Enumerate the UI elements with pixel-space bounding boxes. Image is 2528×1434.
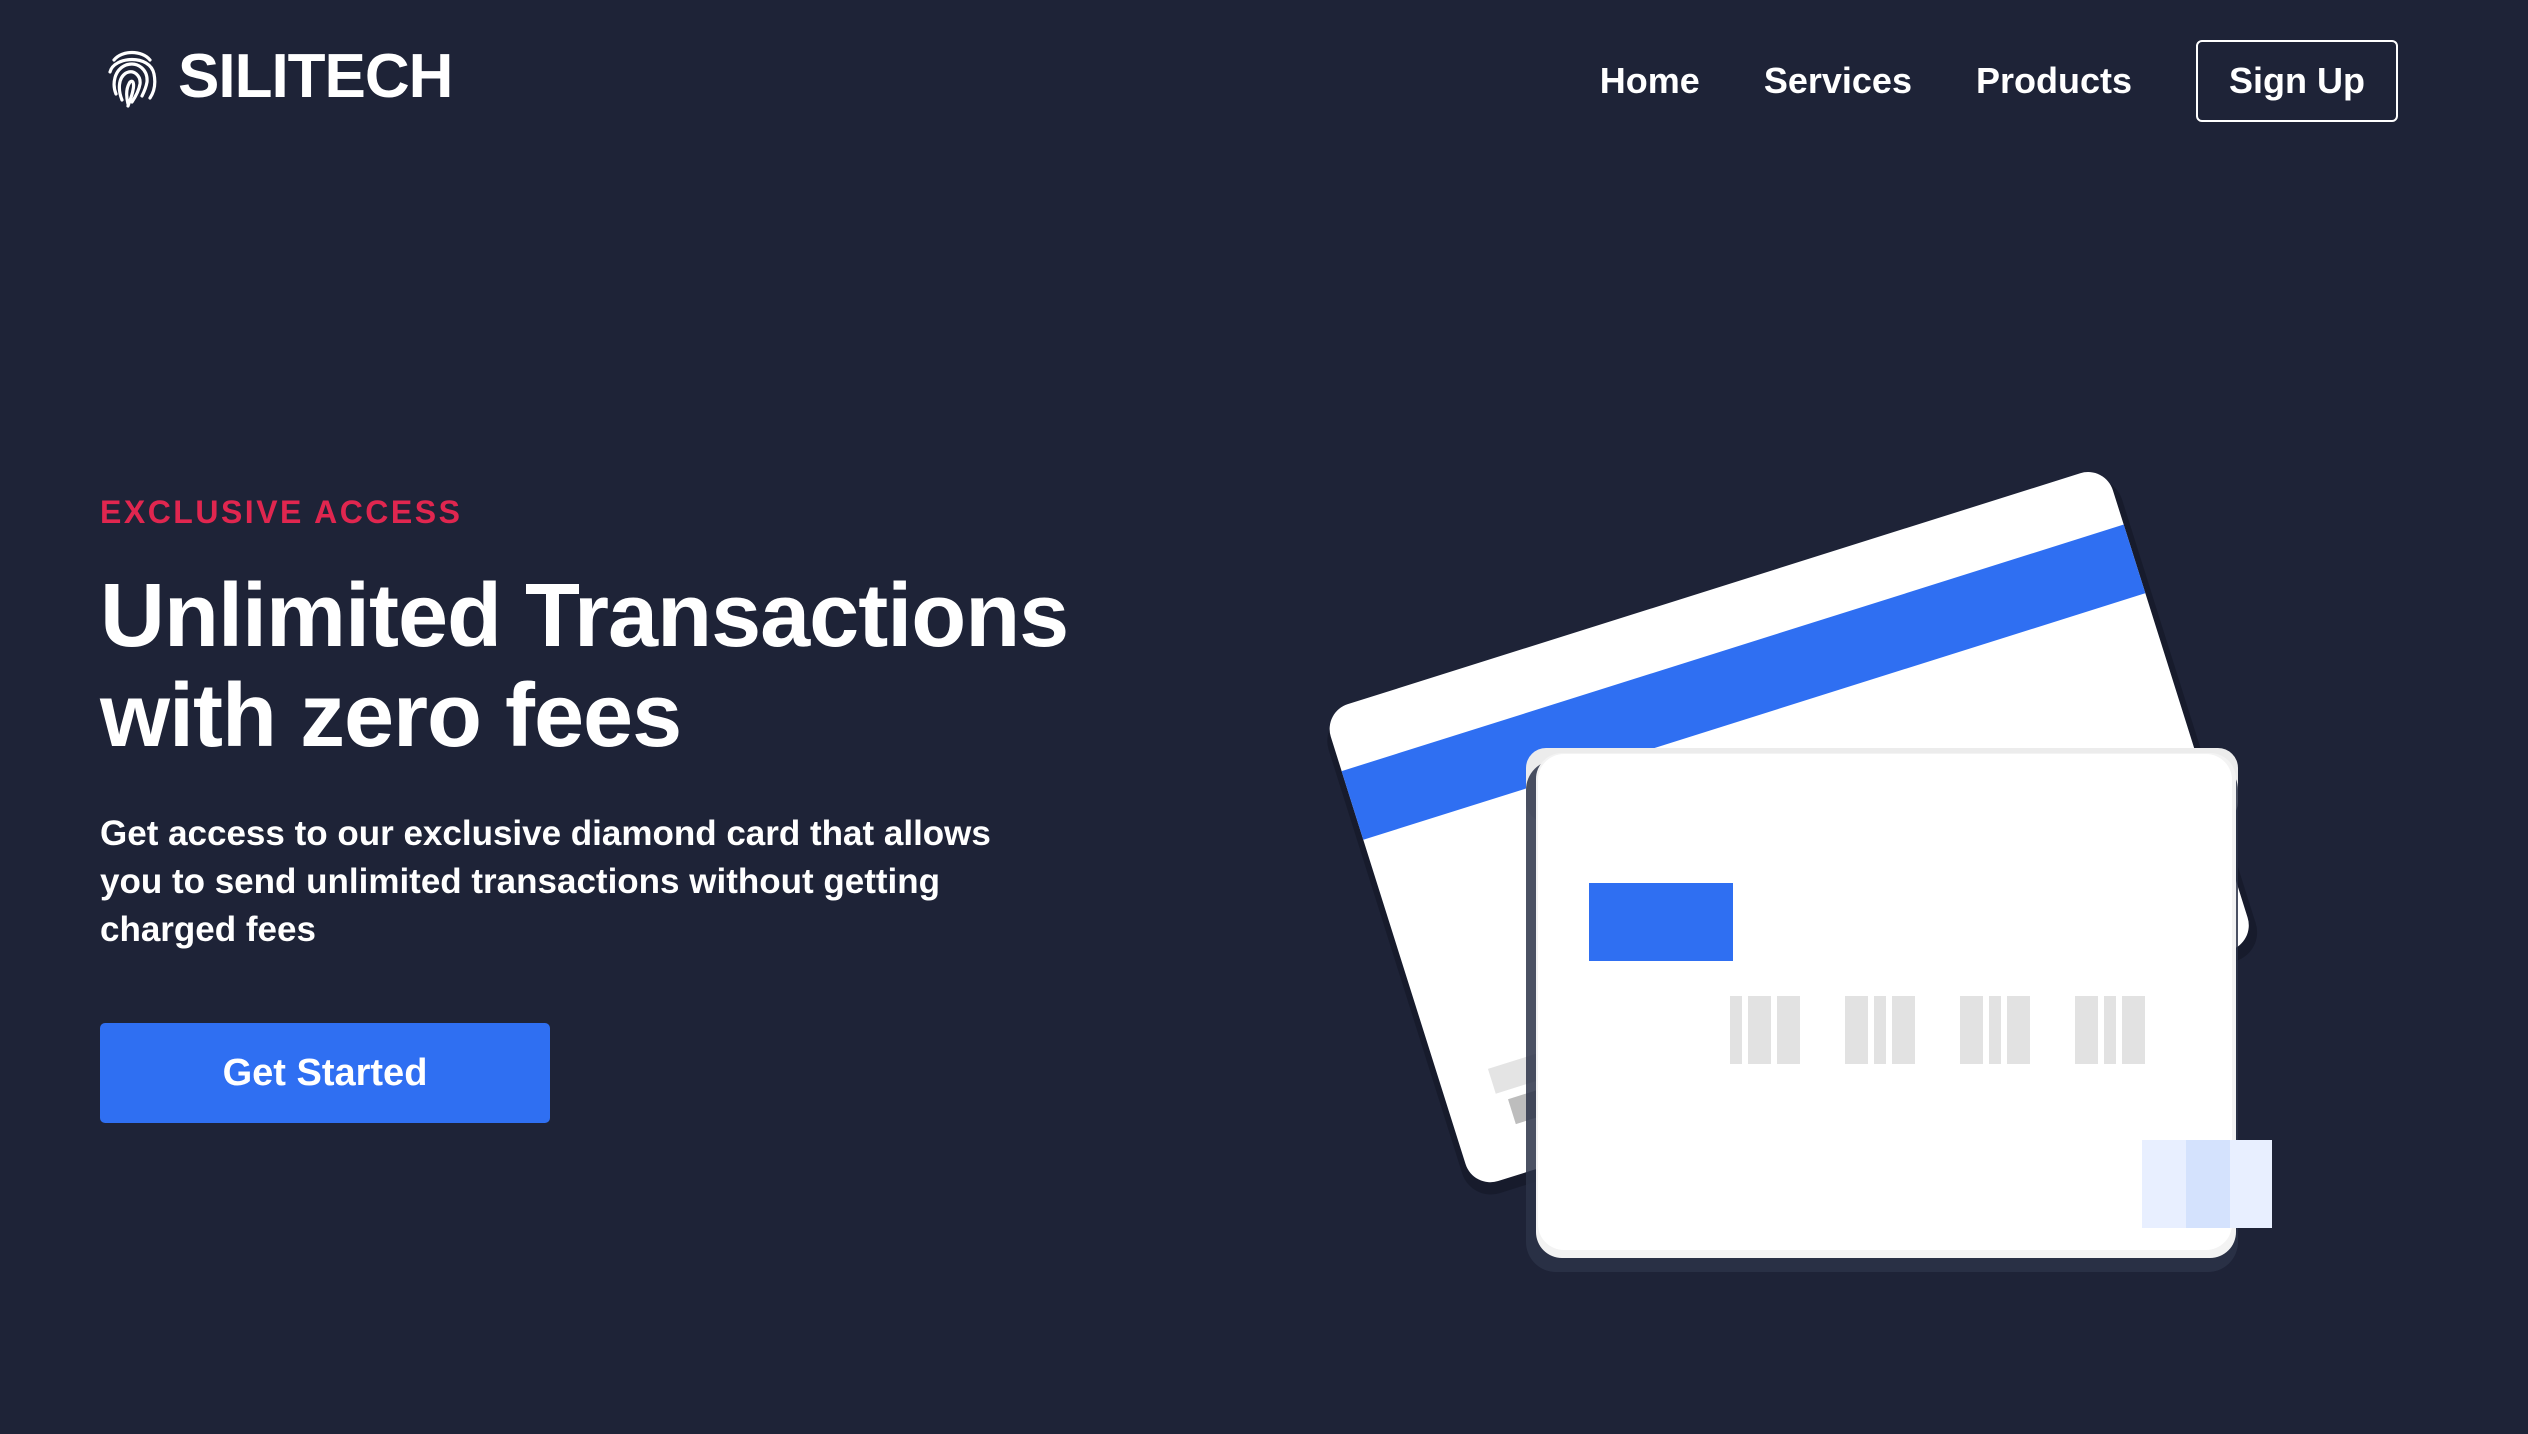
sign-up-button[interactable]: Sign Up: [2196, 40, 2398, 122]
nav-link-services[interactable]: Services: [1764, 63, 1912, 99]
brand-logo[interactable]: SILITECH: [104, 42, 453, 111]
fingerprint-icon: [108, 50, 157, 108]
card-network-logo: [2142, 1140, 2272, 1228]
hero-description: Get access to our exclusive diamond card…: [100, 814, 991, 949]
headline-line-1: Unlimited Transactions: [100, 566, 1069, 666]
hero-eyebrow: EXCLUSIVE ACCESS: [100, 494, 463, 530]
nav-link-products[interactable]: Products: [1976, 63, 2132, 99]
nav-link-home[interactable]: Home: [1600, 63, 1700, 99]
main-nav: Home Services Products Sign Up: [1600, 40, 2398, 122]
landing-page: SILITECH Home Services Products Sign Up …: [0, 0, 2528, 1434]
front-card: [1526, 748, 2272, 1272]
credit-cards-illustration: [1323, 472, 2272, 1272]
brand-name: SILITECH: [178, 42, 453, 111]
get-started-button[interactable]: Get Started: [100, 1023, 550, 1123]
headline-line-2: with zero fees: [100, 666, 682, 766]
chip: [1589, 883, 1733, 961]
hero-headline: Unlimited Transactions with zero fees: [100, 566, 1150, 766]
